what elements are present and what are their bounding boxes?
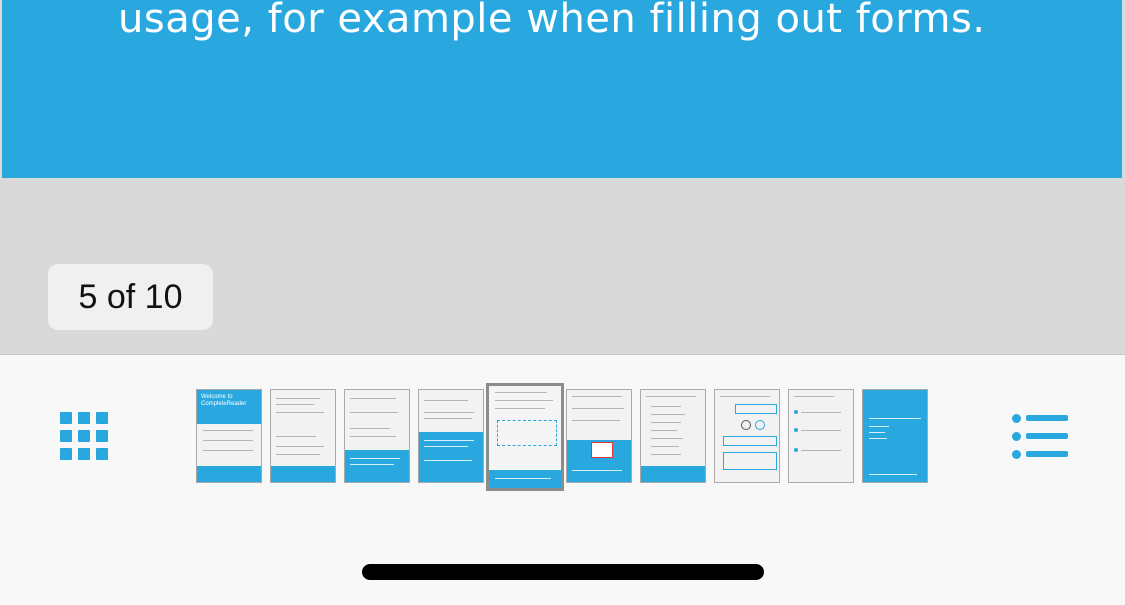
thumbnail-strip: Welcome to CompleteReader <box>0 355 1125 505</box>
page-thumbnail-2[interactable] <box>270 389 336 483</box>
page-thumbnail-6[interactable] <box>566 389 632 483</box>
page-thumbnail-10[interactable] <box>862 389 928 483</box>
list-icon <box>1010 411 1070 459</box>
page-thumbnail-9[interactable] <box>788 389 854 483</box>
page-thumbnail-5[interactable] <box>486 383 564 491</box>
home-indicator[interactable] <box>362 564 764 580</box>
outline-list-button[interactable] <box>1010 411 1070 459</box>
thumbnail-title: Welcome to CompleteReader <box>201 394 247 407</box>
page-thumbnail-3[interactable] <box>344 389 410 483</box>
page-indicator: 5 of 10 <box>48 264 213 330</box>
page-thumbnail-4[interactable] <box>418 389 484 483</box>
page-text: usage, for example when filling out form… <box>118 0 986 42</box>
page-thumbnail-8[interactable] <box>714 389 780 483</box>
page-thumbnail-1[interactable]: Welcome to CompleteReader <box>196 389 262 483</box>
page-content-banner: usage, for example when filling out form… <box>2 0 1122 178</box>
page-thumbnail-7[interactable] <box>640 389 706 483</box>
